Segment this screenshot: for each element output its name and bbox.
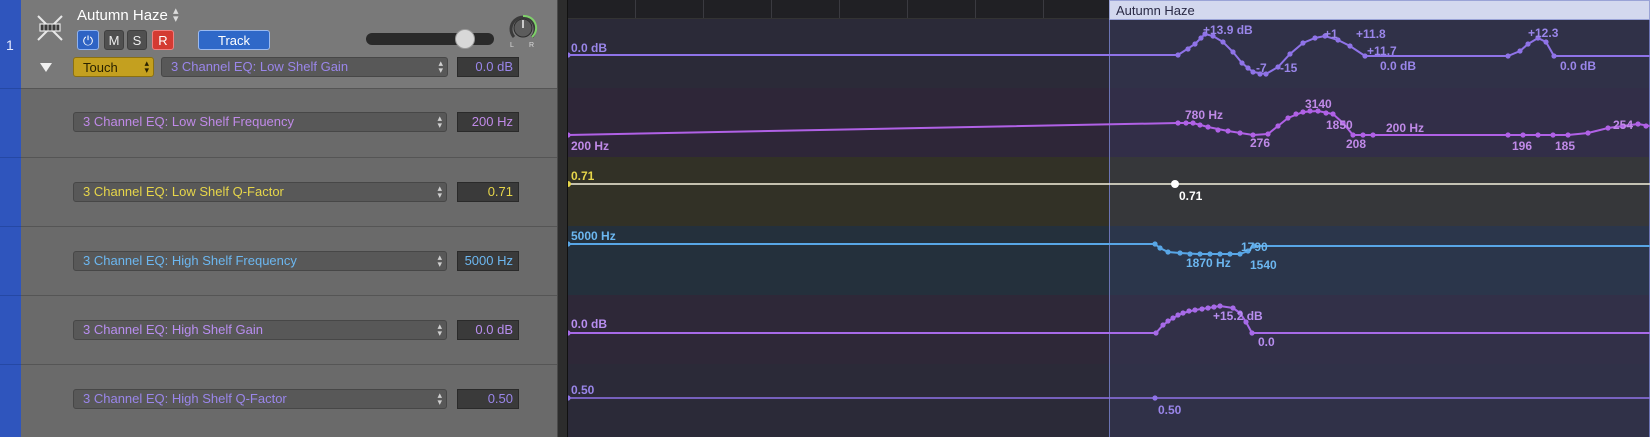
automation-points[interactable] (568, 108, 1649, 138)
select-chevron-icon: ▴ ▾ (438, 58, 443, 75)
automation-parameter-select-1[interactable]: 3 Channel EQ: Low Shelf Gain ▴ ▾ (161, 57, 448, 77)
lane-separator (0, 226, 21, 227)
select-chevron-icon: ▴ ▾ (144, 58, 149, 75)
lane-separator (21, 295, 557, 296)
automation-value-5[interactable]: 0.0 dB (457, 320, 519, 340)
automation-curve-lane-3[interactable] (568, 180, 1650, 188)
automation-value-1[interactable]: 0.0 dB (457, 57, 519, 77)
automation-parameter-label: 3 Channel EQ: Low Shelf Q-Factor (83, 184, 284, 199)
automation-parameter-label: 3 Channel EQ: Low Shelf Gain (171, 59, 349, 74)
track-name[interactable]: Autumn Haze (77, 7, 168, 24)
automation-curve-lane-6[interactable] (568, 395, 1650, 401)
lane-separator (0, 88, 21, 89)
track-number-strip[interactable]: 1 (0, 0, 21, 437)
automation-mode-label: Touch (83, 60, 118, 75)
automation-parameter-select-6[interactable]: 3 Channel EQ: High Shelf Q-Factor ▴ ▾ (73, 389, 447, 409)
select-chevron-icon: ▴ ▾ (437, 113, 442, 130)
lane-separator (21, 226, 557, 227)
automation-parameter-label: 3 Channel EQ: High Shelf Gain (83, 322, 263, 337)
automation-parameter-select-2[interactable]: 3 Channel EQ: Low Shelf Frequency ▴ ▾ (73, 112, 447, 132)
mute-button[interactable]: M (104, 30, 124, 50)
automation-curve-lane-1[interactable] (568, 31, 1650, 77)
select-chevron-icon: ▴ ▾ (437, 183, 442, 200)
disclosure-triangle-icon[interactable] (40, 63, 52, 72)
automation-parameter-label: 3 Channel EQ: High Shelf Q-Factor (83, 391, 287, 406)
lane-separator (0, 295, 21, 296)
automation-value-3[interactable]: 0.71 (457, 182, 519, 202)
volume-fader-knob[interactable] (455, 29, 475, 49)
automation-curve-lane-5[interactable] (568, 303, 1650, 336)
pan-left-label: L (510, 42, 514, 49)
pan-knob[interactable] (507, 12, 539, 44)
track-number: 1 (6, 37, 14, 53)
header-resize-divider[interactable] (557, 0, 568, 437)
keyboard-stand-icon[interactable] (35, 12, 65, 44)
automation-curve-lane-2[interactable] (568, 108, 1650, 138)
solo-button[interactable]: S (127, 30, 147, 50)
lane-separator (0, 157, 21, 158)
automation-curve-lane-4[interactable] (568, 241, 1650, 257)
select-chevron-icon: ▴ ▾ (437, 321, 442, 338)
lane-separator (0, 364, 21, 365)
lane-separator (21, 88, 557, 89)
automation-parameter-select-5[interactable]: 3 Channel EQ: High Shelf Gain ▴ ▾ (73, 320, 447, 340)
automation-parameter-label: 3 Channel EQ: High Shelf Frequency (83, 253, 297, 268)
power-button[interactable]: ⏻ (77, 30, 99, 50)
track-header: Autumn Haze ▴ ▾ ⏻ M S R Track L R Touch ▴… (21, 0, 557, 437)
record-button[interactable]: R (152, 30, 174, 50)
track-button[interactable]: Track (198, 30, 270, 50)
automation-area[interactable]: Autumn Haze 0.0 dB +13.9 dB -7 -15 +1 +1… (568, 0, 1650, 437)
automation-value-2[interactable]: 200 Hz (457, 112, 519, 132)
pan-right-label: R (529, 42, 535, 49)
automation-parameter-select-4[interactable]: 3 Channel EQ: High Shelf Frequency ▴ ▾ (73, 251, 447, 271)
track-name-chevron-icon[interactable]: ▴ ▾ (173, 6, 179, 25)
lane-separator (21, 157, 557, 158)
automation-value-4[interactable]: 5000 Hz (457, 251, 519, 271)
automation-parameter-select-3[interactable]: 3 Channel EQ: Low Shelf Q-Factor ▴ ▾ (73, 182, 447, 202)
automation-parameter-label: 3 Channel EQ: Low Shelf Frequency (83, 114, 295, 129)
automation-value-6[interactable]: 0.50 (457, 389, 519, 409)
select-chevron-icon: ▴ ▾ (437, 390, 442, 407)
automation-mode-select[interactable]: Touch ▴ ▾ (73, 57, 154, 77)
automation-points[interactable] (568, 303, 1255, 336)
lane-separator (21, 364, 557, 365)
select-chevron-icon: ▴ ▾ (437, 252, 442, 269)
automation-curves[interactable] (568, 0, 1650, 437)
